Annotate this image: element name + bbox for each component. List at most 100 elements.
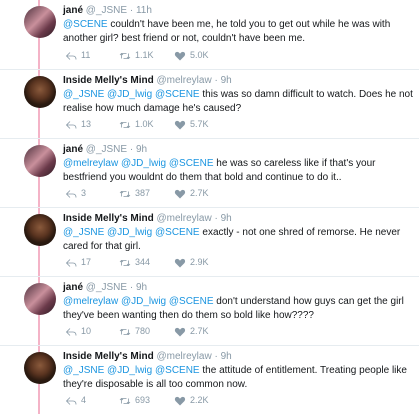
tweet-header: Inside Melly's Mind @melreylaw · 9h	[63, 74, 413, 87]
author-name[interactable]: Inside Melly's Mind	[63, 351, 154, 362]
tweet-header: Inside Melly's Mind @melreylaw · 9h	[63, 212, 413, 225]
author-handle[interactable]: @_JSNE	[86, 282, 127, 293]
reply-count: 10	[81, 326, 92, 337]
separator-dot: ·	[211, 213, 221, 224]
separator-dot: ·	[127, 5, 136, 16]
mention-link[interactable]: @_JSNE @JD_lwig @SCENE	[63, 227, 200, 238]
retweet-button[interactable]: 780	[119, 325, 150, 338]
reply-button[interactable]: 17	[65, 256, 91, 269]
retweet-icon	[119, 190, 131, 197]
reply-button[interactable]: 10	[65, 325, 91, 338]
tweet-header: jané @_JSNE · 11h	[63, 4, 413, 17]
tweet-text: @melreylaw @JD_lwig @SCENE don't underst…	[63, 295, 413, 323]
retweet-button[interactable]: 1.0K	[119, 118, 154, 131]
mention-link[interactable]: @_JSNE @JD_lwig @SCENE	[63, 365, 200, 376]
author-handle[interactable]: @melreylaw	[157, 351, 212, 362]
heart-icon	[174, 327, 186, 337]
separator-dot: ·	[127, 282, 136, 293]
timestamp[interactable]: 9h	[136, 144, 147, 155]
retweet-icon	[119, 397, 131, 404]
tweet-content: jané @_JSNE · 11h @SCENE couldn't have be…	[63, 4, 413, 46]
like-count: 2.7K	[190, 188, 209, 199]
tweet-text: @_JSNE @JD_lwig @SCENE this was so damn …	[63, 88, 413, 116]
timestamp[interactable]: 9h	[221, 75, 232, 86]
retweet-button[interactable]: 1.1K	[119, 49, 154, 62]
like-button[interactable]: 2.2K	[174, 394, 209, 407]
author-name[interactable]: Inside Melly's Mind	[63, 213, 154, 224]
retweet-icon	[119, 121, 131, 128]
reply-count: 4	[81, 395, 87, 406]
author-name[interactable]: jané	[63, 282, 83, 293]
mention-link[interactable]: @_JSNE @JD_lwig @SCENE	[63, 89, 200, 100]
reply-icon	[65, 396, 77, 405]
timestamp[interactable]: 9h	[221, 351, 232, 362]
like-button[interactable]: 5.0K	[174, 49, 209, 62]
heart-icon	[174, 120, 186, 130]
retweet-button[interactable]: 387	[119, 187, 150, 200]
retweet-count: 780	[135, 326, 151, 337]
retweet-button[interactable]: 693	[119, 394, 150, 407]
tweet-card: jané @_JSNE · 9h @melreylaw @JD_lwig @SCE…	[0, 276, 419, 345]
timestamp[interactable]: 9h	[136, 282, 147, 293]
mention-link[interactable]: @melreylaw @JD_lwig @SCENE	[63, 296, 213, 307]
tweet-content: Inside Melly's Mind @melreylaw · 9h @_JSN…	[63, 212, 413, 254]
retweet-icon	[119, 328, 131, 335]
tweet-header: jané @_JSNE · 9h	[63, 143, 413, 156]
retweet-count: 693	[135, 395, 151, 406]
tweet-card: jané @_JSNE · 9h @melreylaw @JD_lwig @SCE…	[0, 138, 419, 207]
author-name[interactable]: jané	[63, 144, 83, 155]
retweet-count: 1.1K	[135, 50, 154, 61]
reply-button[interactable]: 11	[65, 49, 90, 62]
tweet-text: @melreylaw @JD_lwig @SCENE he was so car…	[63, 157, 413, 185]
reply-button[interactable]: 13	[65, 118, 91, 131]
tweet-content: Inside Melly's Mind @melreylaw · 9h @_JSN…	[63, 350, 413, 392]
like-button[interactable]: 2.7K	[174, 325, 209, 338]
avatar[interactable]	[24, 145, 56, 177]
separator-dot: ·	[211, 351, 221, 362]
heart-icon	[174, 51, 186, 61]
author-name[interactable]: jané	[63, 5, 83, 16]
reply-icon	[65, 189, 77, 198]
tweet-text-segment: couldn't have been me, he told you to ge…	[63, 19, 391, 44]
like-button[interactable]: 5.7K	[174, 118, 209, 131]
author-name[interactable]: Inside Melly's Mind	[63, 75, 154, 86]
avatar[interactable]	[24, 214, 56, 246]
like-button[interactable]: 2.7K	[174, 187, 209, 200]
like-count: 2.7K	[190, 326, 209, 337]
reply-count: 3	[81, 188, 87, 199]
reply-button[interactable]: 4	[65, 394, 86, 407]
retweet-count: 1.0K	[135, 119, 154, 130]
tweet-text: @_JSNE @JD_lwig @SCENE the attitude of e…	[63, 364, 413, 392]
like-button[interactable]: 2.9K	[174, 256, 209, 269]
separator-dot: ·	[127, 144, 136, 155]
avatar[interactable]	[24, 6, 56, 38]
tweet-header: jané @_JSNE · 9h	[63, 281, 413, 294]
avatar[interactable]	[24, 352, 56, 384]
mention-link[interactable]: @SCENE	[63, 19, 108, 30]
tweet-card: Inside Melly's Mind @melreylaw · 9h @_JSN…	[0, 69, 419, 138]
author-handle[interactable]: @melreylaw	[157, 213, 212, 224]
mention-link[interactable]: @melreylaw @JD_lwig @SCENE	[63, 158, 213, 169]
author-handle[interactable]: @_JSNE	[86, 144, 127, 155]
avatar[interactable]	[24, 283, 56, 315]
reply-icon	[65, 51, 77, 60]
author-handle[interactable]: @_JSNE	[86, 5, 127, 16]
reply-icon	[65, 120, 77, 129]
tweet-content: jané @_JSNE · 9h @melreylaw @JD_lwig @SCE…	[63, 143, 413, 185]
author-handle[interactable]: @melreylaw	[157, 75, 212, 86]
tweet-header: Inside Melly's Mind @melreylaw · 9h	[63, 350, 413, 363]
like-count: 2.9K	[190, 257, 209, 268]
timestamp[interactable]: 9h	[221, 213, 232, 224]
reply-count: 17	[81, 257, 92, 268]
like-count: 5.0K	[190, 50, 209, 61]
retweet-count: 387	[135, 188, 151, 199]
timestamp[interactable]: 11h	[136, 5, 152, 16]
retweet-button[interactable]: 344	[119, 256, 150, 269]
like-count: 5.7K	[190, 119, 209, 130]
avatar[interactable]	[24, 76, 56, 108]
tweet-text: @_JSNE @JD_lwig @SCENE exactly - not one…	[63, 226, 413, 254]
reply-button[interactable]: 3	[65, 187, 86, 200]
tweet-content: jané @_JSNE · 9h @melreylaw @JD_lwig @SCE…	[63, 281, 413, 323]
heart-icon	[174, 396, 186, 406]
retweet-icon	[119, 259, 131, 266]
